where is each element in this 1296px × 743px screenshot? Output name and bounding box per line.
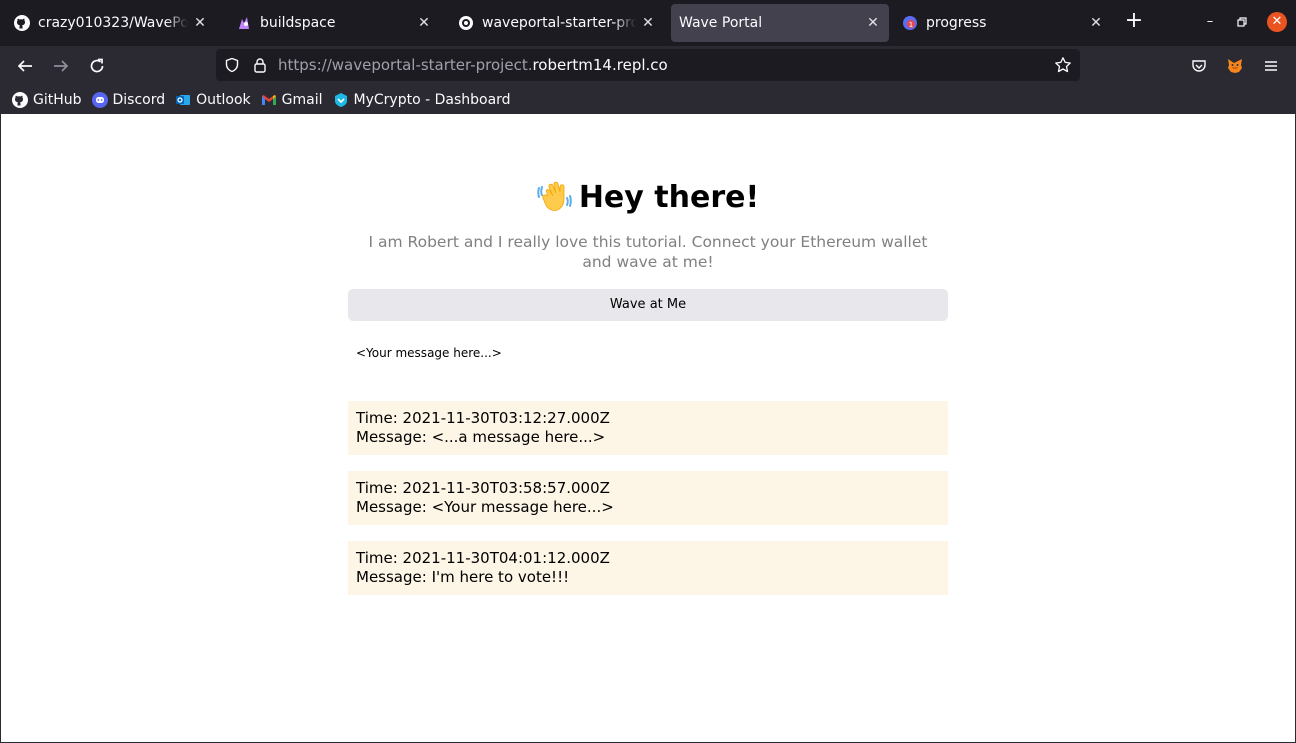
reload-icon: [90, 58, 104, 73]
bookmark-gmail[interactable]: Gmail: [261, 92, 323, 108]
bookmark-mycrypto[interactable]: MyCrypto - Dashboard: [333, 92, 511, 108]
wave-message: Message: I'm here to vote!!!: [356, 568, 570, 586]
mycrypto-icon: [333, 92, 349, 108]
page-title: Hey there!: [578, 179, 760, 215]
minimize-button[interactable]: –: [1200, 12, 1220, 32]
forward-button[interactable]: [47, 52, 75, 80]
shield-icon[interactable]: [224, 57, 240, 73]
tab-title: crazy010323/WavePortal: [38, 15, 188, 31]
github-icon: [14, 15, 30, 31]
bio-text: I am Robert and I really love this tutor…: [368, 233, 928, 271]
back-button[interactable]: [11, 52, 39, 80]
menu-button[interactable]: [1257, 52, 1285, 80]
replit-icon: [458, 15, 474, 31]
wave-time: Time: 2021-11-30T03:12:27.000Z: [356, 409, 610, 427]
wave-card: Time: 2021-11-30T04:01:12.000Z Message: …: [348, 541, 948, 595]
url-host: robertm14.repl.co: [532, 56, 668, 74]
tab-wave-portal[interactable]: Wave Portal ✕: [671, 4, 889, 42]
window-close-button[interactable]: ✕: [1267, 12, 1287, 32]
tab-strip: crazy010323/WavePortal ✕ buildspace ✕ wa…: [0, 0, 1296, 46]
address-bar[interactable]: https://waveportal-starter-project.rober…: [216, 49, 1080, 81]
pocket-icon: [1192, 60, 1206, 72]
metamask-fox-icon: [1228, 59, 1242, 73]
hamburger-menu-icon: [1265, 61, 1277, 71]
wave-time: Time: 2021-11-30T03:58:57.000Z: [356, 479, 610, 497]
tab-buildspace[interactable]: buildspace ✕: [228, 4, 440, 42]
tab-progress[interactable]: 1 progress ✕: [894, 4, 1112, 42]
message-input[interactable]: [348, 337, 948, 369]
lock-icon[interactable]: [252, 57, 268, 73]
tab-title: waveportal-starter-project: [482, 15, 636, 31]
close-icon[interactable]: ✕: [640, 15, 656, 31]
wave-button[interactable]: Wave at Me: [348, 289, 948, 321]
bookmark-label: MyCrypto - Dashboard: [353, 92, 511, 108]
forward-arrow-icon: [54, 60, 69, 72]
restore-button[interactable]: [1232, 12, 1252, 32]
pocket-button[interactable]: [1185, 52, 1213, 80]
close-icon[interactable]: ✕: [192, 15, 208, 31]
back-arrow-icon: [17, 60, 32, 72]
tab-github[interactable]: crazy010323/WavePortal ✕: [6, 4, 216, 42]
close-icon[interactable]: ✕: [1088, 15, 1104, 31]
page-header: Hey there!: [348, 174, 948, 220]
svg-text:1: 1: [909, 21, 913, 29]
outlook-icon: [175, 92, 191, 108]
progress-icon: 1: [902, 15, 918, 31]
unicorn-icon: [236, 15, 252, 31]
close-icon[interactable]: ✕: [416, 15, 432, 31]
wave-card: Time: 2021-11-30T03:58:57.000Z Message: …: [348, 471, 948, 525]
metamask-extension-button[interactable]: [1221, 52, 1249, 80]
url-text[interactable]: https://waveportal-starter-project.rober…: [278, 56, 668, 74]
discord-icon: [91, 92, 108, 108]
tab-title: progress: [926, 15, 987, 31]
bookmark-label: GitHub: [33, 92, 82, 108]
close-icon[interactable]: ✕: [865, 15, 881, 31]
bookmarks-toolbar: GitHub Discord Outlook Gmail MyCrypto - …: [0, 86, 1296, 114]
bookmark-label: Outlook: [196, 92, 251, 108]
wave-message: Message: <Your message here...>: [356, 498, 614, 516]
new-tab-button[interactable]: +: [1122, 10, 1146, 34]
github-icon: [12, 92, 28, 108]
waving-hand-icon: [537, 181, 572, 211]
tab-title: buildspace: [260, 15, 336, 31]
reload-button[interactable]: [83, 52, 111, 80]
page-content: Hey there! I am Robert and I really love…: [1, 114, 1295, 742]
url-prefix: https://waveportal-starter-project.: [278, 56, 533, 74]
wave-message: Message: <...a message here...>: [356, 428, 606, 446]
bookmark-outlook[interactable]: Outlook: [175, 92, 251, 108]
wave-time: Time: 2021-11-30T04:01:12.000Z: [356, 549, 610, 567]
bookmark-star-icon[interactable]: [1054, 56, 1072, 74]
tab-replit[interactable]: waveportal-starter-project ✕: [450, 4, 664, 42]
tab-title: Wave Portal: [679, 15, 763, 31]
navigation-toolbar: https://waveportal-starter-project.rober…: [0, 46, 1296, 86]
bookmark-label: Gmail: [281, 92, 323, 108]
wave-card: Time: 2021-11-30T03:12:27.000Z Message: …: [348, 401, 948, 455]
gmail-icon: [261, 92, 277, 108]
wave-list: Time: 2021-11-30T03:12:27.000Z Message: …: [348, 401, 948, 595]
main-container: Hey there! I am Robert and I really love…: [348, 174, 948, 611]
bookmark-label: Discord: [112, 92, 166, 108]
bookmark-discord[interactable]: Discord: [91, 92, 166, 108]
bookmark-github[interactable]: GitHub: [12, 92, 82, 108]
